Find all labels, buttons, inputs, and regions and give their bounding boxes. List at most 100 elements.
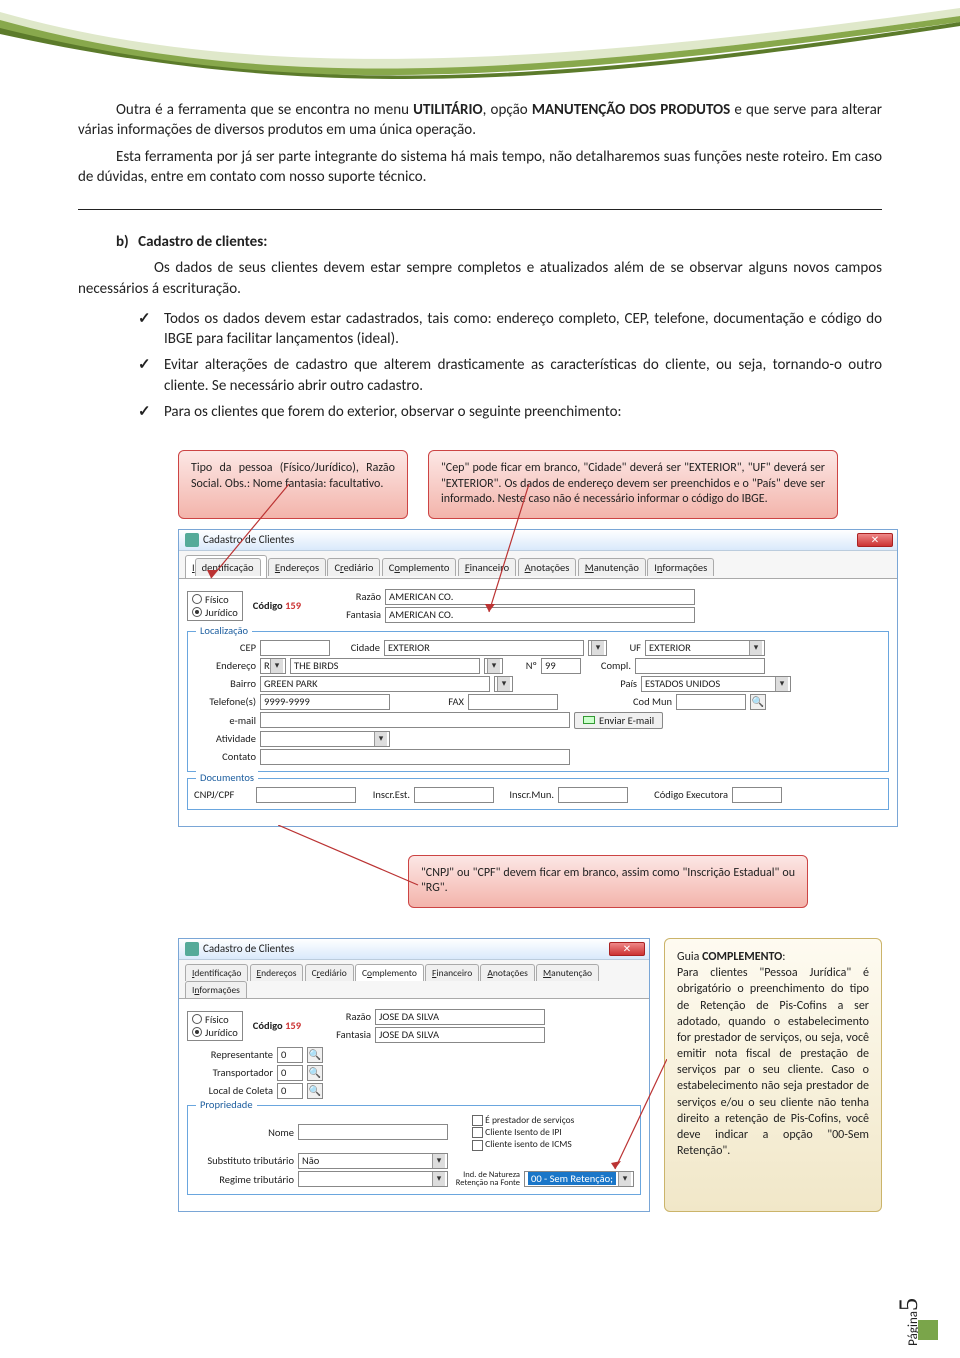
inscmun-input[interactable] [558, 787, 628, 803]
app-icon [185, 533, 199, 547]
endereco-tipo-select[interactable]: R [260, 658, 286, 674]
tab-enderecos[interactable]: Endereços [268, 558, 326, 576]
numero-input[interactable]: 99 [541, 658, 581, 674]
cnpj-input[interactable] [256, 787, 356, 803]
inscest-input[interactable] [414, 787, 494, 803]
codmun-input[interactable] [676, 694, 746, 710]
cidade-dropdown[interactable] [588, 640, 607, 656]
form2-tabs: Identificação Endereços Crediário Comple… [179, 960, 649, 999]
fantasia-input[interactable]: AMERICAN CO. [385, 607, 695, 623]
callout-tipo-pessoa: Tipo da pessoa (Físico/Jurídico), Razão … [178, 450, 408, 519]
sidenote-complemento: Guia COMPLEMENTO: Para clientes "Pessoa … [664, 938, 882, 1212]
fieldset-documentos: Documentos CNPJ/CPF Inscr.Est. Inscr.Mun… [187, 778, 889, 810]
codigo-label: Código 159 [253, 599, 301, 612]
tab-crediario[interactable]: Crediário [305, 964, 354, 981]
tab-complemento[interactable]: Complemento [355, 964, 424, 981]
razao-input[interactable]: JOSE DA SILVA [375, 1009, 545, 1025]
documentos-legend: Documentos [196, 771, 258, 784]
bullet-list: Todos os dados devem estar cadastrados, … [138, 309, 882, 422]
inscest-label: Inscr.Est. [360, 788, 410, 801]
close-button[interactable]: ✕ [857, 533, 893, 547]
form-title-text: Cadastro de Clientes [203, 533, 294, 546]
tab-informacoes[interactable]: Informações [647, 558, 714, 576]
search-icon[interactable]: 🔍 [307, 1065, 323, 1081]
chk-isento-icms[interactable]: Cliente isento de ICMS [472, 1138, 574, 1150]
callout-cep-cidade: "Cep" pode ficar em branco, "Cidade" dev… [428, 450, 838, 519]
atividade-label: Atividade [194, 732, 256, 745]
regime-select[interactable] [298, 1171, 448, 1187]
telefone-input[interactable]: 9999-9999 [260, 694, 390, 710]
tab-identificacao[interactable]: Identificação [185, 964, 248, 981]
nome-input[interactable] [298, 1124, 448, 1140]
codexec-input[interactable] [732, 787, 782, 803]
bullet-1: Todos os dados devem estar cadastrados, … [138, 309, 882, 350]
fantasia-input[interactable]: JOSE DA SILVA [375, 1027, 545, 1043]
cep-label: CEP [194, 641, 256, 654]
bairro-input[interactable]: GREEN PARK [260, 676, 490, 692]
fax-input[interactable] [468, 694, 558, 710]
compl-input[interactable] [635, 658, 765, 674]
pais-label: País [517, 677, 637, 690]
cidade-input[interactable]: EXTERIOR [384, 640, 584, 656]
section-divider [78, 209, 882, 210]
form-titlebar: Cadastro de Clientes ✕ [179, 530, 897, 551]
form2-titlebar: Cadastro de Clientes ✕ [179, 939, 649, 960]
codmun-search-icon[interactable]: 🔍 [750, 694, 766, 710]
radio-fisico[interactable]: Físico [192, 1013, 238, 1026]
chk-isento-ipi[interactable]: Cliente Isento de IPI [472, 1126, 574, 1138]
fantasia-label: Fantasia [325, 1028, 371, 1041]
codexec-label: Código Executora [632, 788, 728, 801]
tab-manutencao[interactable]: Manutenção [536, 964, 599, 981]
search-icon[interactable]: 🔍 [307, 1083, 323, 1099]
tab-financeiro[interactable]: Financeiro [458, 558, 516, 576]
nome-label: Nome [194, 1126, 294, 1139]
form-cadastro-clientes-2: Cadastro de Clientes ✕ Identificação End… [178, 938, 650, 1212]
endereco-dropdown[interactable] [484, 658, 503, 674]
substituto-label: Substituto tributário [194, 1154, 294, 1167]
ind-natureza-label: Ind. de Natureza Retenção na Fonte [452, 1171, 520, 1188]
atividade-select[interactable] [260, 731, 390, 747]
tab-enderecos[interactable]: Endereços [250, 964, 304, 981]
contato-input[interactable] [260, 749, 570, 765]
form-tabs: Identificação Endereços Crediário Comple… [179, 551, 897, 579]
representante-input[interactable]: 0 [277, 1047, 303, 1063]
radio-fisico[interactable]: Físico [192, 593, 238, 606]
radio-juridico[interactable]: Jurídico [192, 606, 238, 619]
email-input[interactable] [260, 712, 570, 728]
tab-crediario[interactable]: Crediário [327, 558, 380, 576]
search-icon[interactable]: 🔍 [307, 1047, 323, 1063]
chk-prestador[interactable]: É prestador de serviços [472, 1114, 574, 1126]
localizacao-legend: Localização [196, 624, 252, 637]
callout-cnpj: "CNPJ" ou "CPF" devem ficar em branco, a… [408, 855, 808, 908]
propriedade-legend: Propriedade [196, 1098, 257, 1111]
enviar-email-button[interactable]: Enviar E-mail [574, 712, 663, 729]
app-icon [185, 942, 199, 956]
uf-select[interactable]: EXTERIOR [645, 640, 765, 656]
tab-identificacao[interactable]: Identificação [185, 555, 267, 578]
tab-manutencao[interactable]: Manutenção [578, 558, 646, 576]
tab-informacoes[interactable]: Informações [185, 981, 247, 998]
representante-label: Representante [187, 1048, 273, 1061]
codmun-label: Cod Mun [562, 695, 672, 708]
bullet-2: Evitar alterações de cadastro que altere… [138, 355, 882, 396]
razao-input[interactable]: AMERICAN CO. [385, 589, 695, 605]
endereco-input[interactable]: THE BIRDS [290, 658, 480, 674]
pais-select[interactable]: ESTADOS UNIDOS [641, 676, 791, 692]
section-b-heading: b) Cadastro de clientes: [78, 232, 882, 252]
transportador-input[interactable]: 0 [277, 1065, 303, 1081]
local-coleta-input[interactable]: 0 [277, 1083, 303, 1099]
close-button[interactable]: ✕ [609, 942, 645, 956]
tab-financeiro[interactable]: Financeiro [425, 964, 479, 981]
corner-marker [918, 1320, 938, 1340]
codigo-label: Código 159 [253, 1019, 301, 1032]
substituto-select[interactable]: Não [298, 1153, 448, 1169]
bairro-dropdown[interactable] [494, 676, 513, 692]
transportador-label: Transportador [187, 1066, 273, 1079]
radio-juridico[interactable]: Jurídico [192, 1026, 238, 1039]
tab-anotacoes[interactable]: Anotações [518, 558, 577, 576]
cep-input[interactable] [260, 640, 330, 656]
tab-complemento[interactable]: Complemento [382, 558, 457, 576]
ind-natureza-select[interactable]: 00 - Sem Retenção; [524, 1171, 634, 1187]
tab-anotacoes[interactable]: Anotações [480, 964, 535, 981]
fieldset-propriedade: Propriedade Nome É prestador de serviços… [187, 1105, 641, 1195]
